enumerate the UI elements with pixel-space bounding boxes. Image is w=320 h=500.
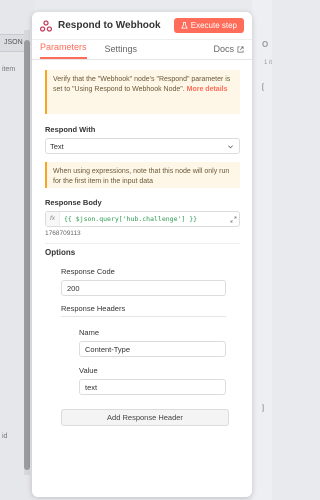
fx-icon: fx bbox=[46, 212, 60, 226]
parameters-content: Verify that the "Webhook" node's "Respon… bbox=[32, 60, 252, 426]
output-bracket-open: [ bbox=[262, 84, 264, 91]
response-body-expression: {{ $json.query['hub.challenge'] }} bbox=[64, 215, 198, 223]
response-code-input[interactable]: 200 bbox=[61, 280, 226, 296]
docs-label: Docs bbox=[213, 44, 234, 54]
json-view-tab[interactable]: JSON bbox=[0, 34, 26, 52]
response-body-label: Response Body bbox=[45, 198, 102, 207]
header-name-value: Content-Type bbox=[85, 344, 131, 354]
add-response-header-button[interactable]: Add Response Header bbox=[61, 409, 229, 426]
scrollbar-thumb[interactable] bbox=[24, 40, 30, 470]
respond-with-value: Text bbox=[50, 141, 64, 151]
input-item-label: item bbox=[2, 66, 16, 73]
output-panel-background bbox=[252, 0, 272, 500]
panel-tabs: Parameters Settings Docs bbox=[32, 40, 252, 60]
webhook-node-icon bbox=[40, 19, 52, 32]
response-headers-section: Response Headers bbox=[61, 304, 226, 317]
docs-link[interactable]: Docs bbox=[213, 44, 244, 59]
respond-with-select[interactable]: Text bbox=[45, 138, 240, 154]
tab-settings[interactable]: Settings bbox=[105, 44, 138, 59]
response-body-expression-field[interactable]: fx {{ $json.query['hub.challenge'] }} bbox=[45, 211, 240, 227]
header-name-input[interactable]: Content-Type bbox=[79, 341, 226, 357]
output-panel-header: O bbox=[262, 40, 269, 49]
expand-expression-icon[interactable] bbox=[227, 212, 239, 226]
execute-step-button[interactable]: Execute step bbox=[173, 18, 244, 33]
header-value-label: Value bbox=[79, 366, 98, 375]
output-bracket-close: ] bbox=[262, 405, 264, 412]
response-code-value: 200 bbox=[67, 283, 80, 293]
webhook-config-notice: Verify that the "Webhook" node's "Respon… bbox=[45, 70, 240, 114]
flask-icon bbox=[180, 22, 188, 29]
response-headers-label: Response Headers bbox=[61, 304, 126, 313]
header-value-value: text bbox=[85, 382, 98, 392]
options-label: Options bbox=[45, 248, 76, 257]
expression-notice: When using expressions, note that this n… bbox=[45, 162, 240, 188]
response-code-label: Response Code bbox=[61, 267, 115, 276]
header-name-label: Name bbox=[79, 328, 100, 337]
input-id-label: id bbox=[2, 433, 8, 440]
node-settings-panel: Respond to Webhook Execute step Paramete… bbox=[32, 12, 252, 497]
more-details-link[interactable]: More details bbox=[187, 86, 228, 93]
expression-notice-text: When using expressions, note that this n… bbox=[53, 168, 230, 185]
tab-parameters[interactable]: Parameters bbox=[40, 42, 87, 59]
panel-header: Respond to Webhook Execute step bbox=[32, 12, 252, 40]
header-value-input[interactable]: text bbox=[79, 379, 226, 395]
chevron-down-icon bbox=[228, 144, 233, 148]
execute-step-label: Execute step bbox=[190, 21, 237, 30]
response-body-resolved-value: 1768709113 bbox=[45, 230, 81, 237]
external-link-icon bbox=[237, 46, 244, 52]
node-title: Respond to Webhook bbox=[58, 20, 161, 31]
output-item-count: 1 it bbox=[264, 60, 273, 66]
respond-with-label: Respond With bbox=[45, 125, 96, 134]
add-response-header-label: Add Response Header bbox=[107, 413, 183, 422]
